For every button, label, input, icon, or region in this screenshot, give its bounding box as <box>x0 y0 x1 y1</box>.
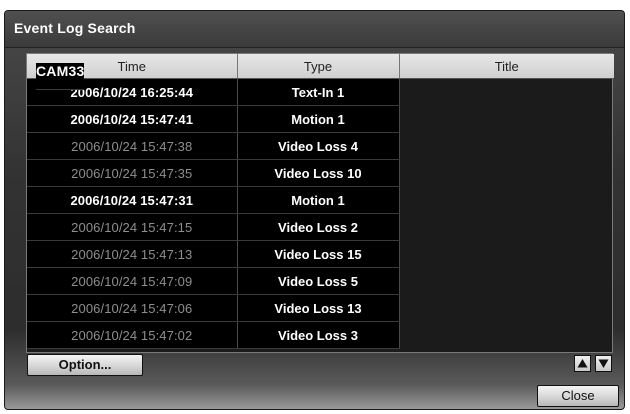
table-row[interactable]: 2006/10/24 16:25:44 Text-In 1 <box>27 78 614 106</box>
time-cell: 2006/10/24 15:47:09 <box>27 267 238 295</box>
dialog-title: Event Log Search <box>14 20 136 36</box>
table-header-row: Time Type Title <box>27 54 614 79</box>
type-cell: Text-In 1 <box>237 78 400 106</box>
type-cell: Video Loss 13 <box>237 294 400 322</box>
table-row[interactable]: 2006/10/24 15:47:31Motion 1CAM1 <box>27 63 614 214</box>
time-cell: 2006/10/24 15:47:02 <box>27 321 238 349</box>
type-cell: Video Loss 2 <box>237 213 400 241</box>
event-log-search-dialog: Event Log Search Time Type Title 2006/10… <box>4 10 625 410</box>
type-cell: Video Loss 4 <box>237 132 400 160</box>
time-cell: 2006/10/24 15:47:31 <box>27 186 238 214</box>
triangle-up-icon <box>577 359 588 368</box>
time-cell: 2006/10/24 15:47:15 <box>27 213 238 241</box>
table-row[interactable]: 2006/10/24 15:47:13Video Loss 15CAM15 <box>27 63 614 268</box>
type-cell: Motion 1 <box>237 186 400 214</box>
time-cell: 2006/10/24 15:47:13 <box>27 240 238 268</box>
table-row[interactable]: 2006/10/24 15:47:06Video Loss 13CAM13 <box>27 63 614 322</box>
close-button[interactable]: Close <box>537 385 619 407</box>
scroll-down-button[interactable] <box>595 355 612 372</box>
table-row[interactable]: 2006/10/24 15:47:38Video Loss 4CAM4 <box>27 63 614 160</box>
type-cell: Video Loss 3 <box>237 321 400 349</box>
event-log-rows: 2006/10/24 16:25:44 Text-In 1 2006/10/24 1… <box>27 63 614 349</box>
dialog-titlebar: Event Log Search <box>5 11 624 48</box>
option-button[interactable]: Option... <box>27 354 143 376</box>
triangle-down-icon <box>598 359 609 368</box>
column-header-type[interactable]: Type <box>237 54 400 79</box>
table-row[interactable]: 2006/10/24 15:47:09Video Loss 5CAM5 <box>27 63 614 295</box>
time-cell: 2006/10/24 15:47:06 <box>27 294 238 322</box>
title-cell: CAM3 <box>36 63 77 90</box>
time-cell: 2006/10/24 15:47:38 <box>27 132 238 160</box>
type-cell: Video Loss 10 <box>237 159 400 187</box>
type-cell: Video Loss 5 <box>237 267 400 295</box>
time-cell: 2006/10/24 15:47:41 <box>27 105 238 133</box>
table-row[interactable]: 2006/10/24 15:47:15Video Loss 2CAM2 <box>27 63 614 241</box>
table-row[interactable]: 2006/10/24 15:47:41Motion 1CAM1 <box>27 63 614 133</box>
column-header-title[interactable]: Title <box>399 54 614 79</box>
table-row[interactable]: 2006/10/24 15:47:02 Video Loss 3 CAM3 <box>27 63 614 349</box>
scroll-up-button[interactable] <box>574 355 591 372</box>
type-cell: Video Loss 15 <box>237 240 400 268</box>
event-log-table: Time Type Title 2006/10/24 16:25:44 Text-… <box>27 54 614 349</box>
table-row[interactable]: 2006/10/24 15:47:35Video Loss 10CAM10 <box>27 63 614 187</box>
event-log-table-container: Time Type Title 2006/10/24 16:25:44 Text-… <box>26 53 614 353</box>
type-cell: Motion 1 <box>237 105 400 133</box>
time-cell: 2006/10/24 15:47:35 <box>27 159 238 187</box>
